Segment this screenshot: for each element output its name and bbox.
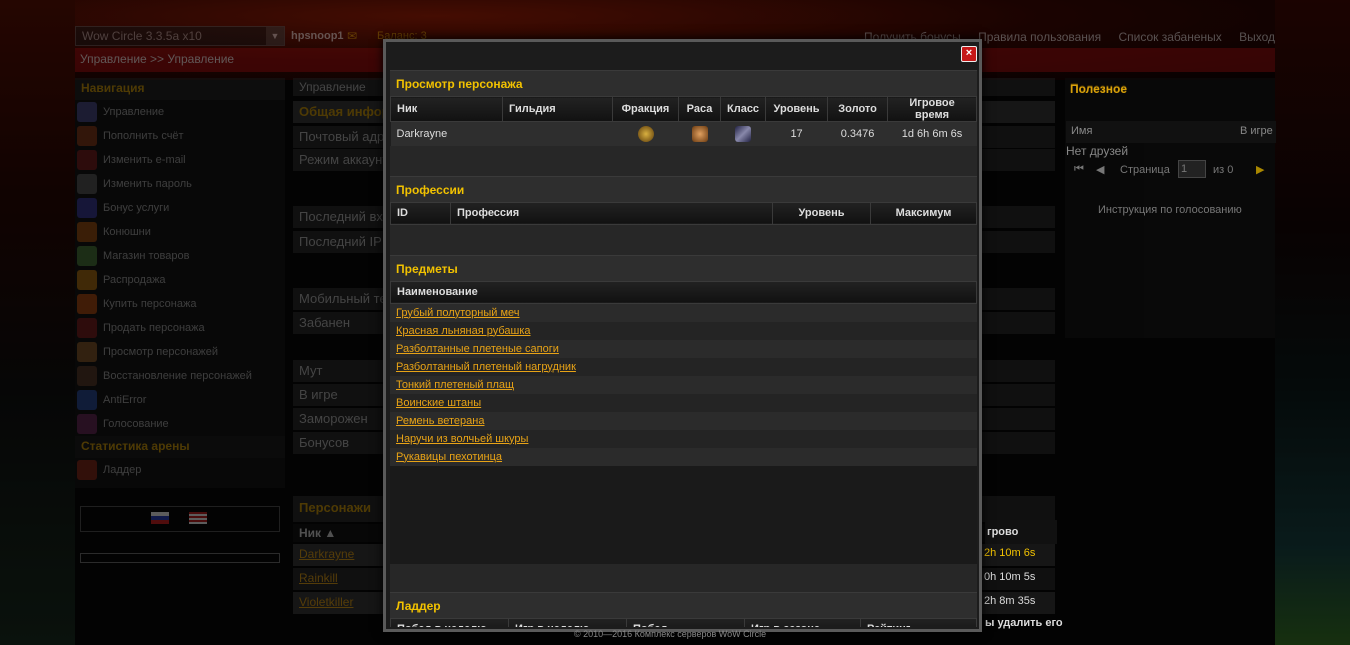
next-page-icon[interactable]: ▶: [1256, 163, 1264, 176]
item-row: Тонкий плетеный плащ: [390, 375, 977, 394]
item-row: Разболтанный плетеный нагрудник: [390, 357, 977, 376]
item-row: Разболтанные плетеные сапоги: [390, 339, 977, 358]
item-row: Ремень ветерана: [390, 411, 977, 430]
col-playtime: Игровое время: [887, 96, 977, 122]
item-row: Грубый полуторный меч: [390, 303, 977, 322]
col-wins-week: Побед в неделю: [390, 617, 509, 627]
char-level: 17: [765, 121, 828, 146]
race-icon: [691, 125, 708, 142]
item-link[interactable]: Воинские штаны: [396, 397, 481, 409]
items-header-table: Наименование: [390, 280, 977, 304]
char-time-partial: 2h 10m 6s: [984, 547, 1036, 559]
item-link[interactable]: Рукавицы пехотинца: [396, 451, 502, 463]
item-row: Рукавицы пехотинца: [390, 447, 977, 466]
item-link[interactable]: Разболтанный плетеный нагрудник: [396, 361, 576, 373]
page-label: Страница: [1120, 164, 1170, 176]
col-class: Класс: [719, 96, 767, 122]
char-time-partial: 0h 10m 5s: [984, 571, 1036, 583]
col-name: Имя: [1071, 125, 1093, 137]
col-faction: Фракция: [612, 96, 679, 122]
char-playtime: 1d 6h 6m 6s: [887, 121, 977, 146]
item-link[interactable]: Тонкий плетеный плащ: [396, 379, 514, 391]
horde-icon: [637, 125, 654, 142]
col-ingame: В игре: [1240, 125, 1273, 137]
ladder-table: Побед в неделю Игр в неделю Побед Игр в …: [390, 617, 977, 627]
spacer: [390, 145, 977, 176]
col-guild: Гильдия: [502, 96, 613, 122]
col-gold: Золото: [827, 96, 889, 122]
no-friends: Нет друзей: [1066, 144, 1129, 158]
char-table: Ник Гильдия Фракция Раса Класс Уровень З…: [390, 96, 977, 146]
col-time-partial: грово: [985, 520, 1057, 544]
prev-page-icon[interactable]: ◀: [1096, 163, 1104, 176]
pager: ⏮ ◀ Страница 1 из 0 ▶: [1066, 159, 1276, 181]
col-games-week: Игр в неделю: [508, 617, 627, 627]
modal-content: Просмотр персонажа Ник Гильдия Фракция Р…: [390, 70, 977, 627]
close-button[interactable]: ×: [961, 46, 977, 62]
items-empty-area: [390, 465, 977, 564]
professions-title: Профессии: [390, 175, 977, 202]
char-view-title: Просмотр персонажа: [390, 70, 977, 96]
col-games-season: Игр в сезоне: [744, 617, 861, 627]
col-prof-max: Максимум: [870, 201, 977, 225]
col-wins: Побед: [626, 617, 745, 627]
class-icon: [735, 125, 752, 142]
items-list: Грубый полуторный меч Красная льняная руб…: [390, 303, 977, 466]
spacer: [390, 224, 977, 255]
col-id: ID: [390, 201, 451, 225]
item-link[interactable]: Наручи из волчьей шкуры: [396, 433, 528, 445]
col-rating: Рейтинг: [860, 617, 977, 627]
page-input[interactable]: 1: [1178, 160, 1206, 178]
right-panel-title-visible: Полезное: [1070, 82, 1128, 96]
col-profession: Профессия: [450, 201, 773, 225]
item-link[interactable]: Красная льняная рубашка: [396, 325, 531, 337]
item-link[interactable]: Разболтанные плетеные сапоги: [396, 343, 559, 355]
col-nick: Ник: [390, 96, 503, 122]
vote-instruction-link[interactable]: Инструкция по голосованию: [1098, 204, 1242, 216]
professions-table: ID Профессия Уровень Максимум: [390, 201, 977, 225]
char-gold: 0.3476: [827, 121, 888, 146]
friends-header: Имя В игре: [1066, 121, 1276, 143]
col-level: Уровень: [765, 96, 829, 122]
char-time-partial: 2h 8m 35s: [984, 595, 1036, 607]
char-guild: [502, 121, 613, 146]
char-nick: Darkrayne: [390, 121, 503, 146]
items-title: Предметы: [390, 254, 977, 281]
item-row: Воинские штаны: [390, 393, 977, 412]
col-item-name: Наименование: [390, 280, 977, 304]
char-row: Darkrayne 17 0.3476 1d 6h 6m 6s: [390, 121, 977, 146]
col-race: Раса: [678, 96, 721, 122]
ladder-title: Ладдер: [390, 591, 977, 618]
col-prof-level: Уровень: [772, 201, 871, 225]
spacer: [390, 563, 977, 592]
item-link[interactable]: Ремень ветерана: [396, 415, 484, 427]
item-row: Наручи из волчьей шкуры: [390, 429, 977, 448]
page-of: из 0: [1213, 164, 1234, 176]
footer: © 2010—2016 Комплекс серверов WoW Circle: [574, 629, 767, 639]
first-page-icon[interactable]: ⏮: [1074, 163, 1084, 176]
item-link[interactable]: Грубый полуторный меч: [396, 307, 520, 319]
item-row: Красная льняная рубашка: [390, 321, 977, 340]
character-view-modal: × Просмотр персонажа Ник Гильдия Фракция…: [383, 39, 982, 632]
delete-note-partial: ы удалить его: [985, 617, 1063, 629]
